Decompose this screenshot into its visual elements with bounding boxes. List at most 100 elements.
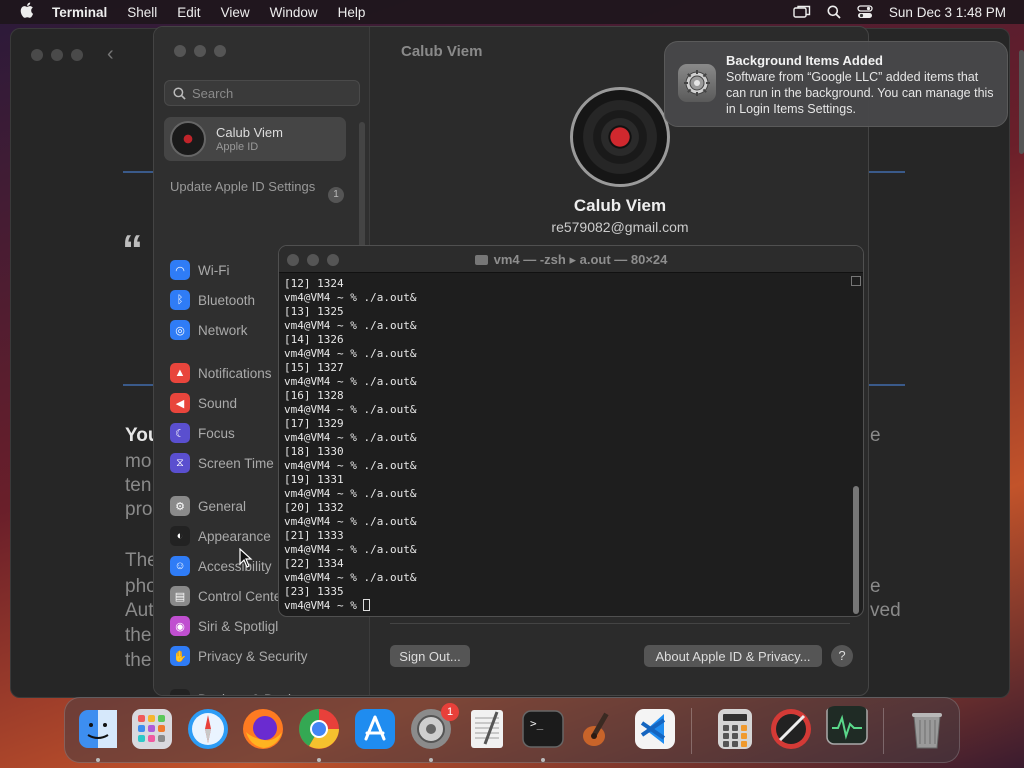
minimize-button[interactable] xyxy=(51,49,63,61)
sidebar-item-label: Appearance xyxy=(198,528,271,544)
sidebar-item-label: Bluetooth xyxy=(198,292,256,308)
menu-window[interactable]: Window xyxy=(270,5,318,20)
firefox-icon[interactable]: Firefox xyxy=(240,706,286,752)
update-label: Update Apple ID Settings xyxy=(170,179,316,194)
sidebar-item-label: Network xyxy=(198,322,248,338)
minimize-button[interactable] xyxy=(194,45,206,57)
app-store-icon[interactable]: App Store xyxy=(352,706,398,752)
divider xyxy=(390,623,850,624)
sidebar-item-label: Privacy & Security xyxy=(198,648,308,664)
help-button[interactable]: ? xyxy=(831,645,853,667)
background-text: Aut xyxy=(125,600,154,621)
zoom-button[interactable] xyxy=(71,49,83,61)
divider xyxy=(868,171,905,173)
back-arrow-icon[interactable]: ‹ xyxy=(107,43,114,66)
sidebar-item-control-cente[interactable]: ▤ Control Cente xyxy=(170,585,281,607)
compass-icon[interactable]: Disk Utility xyxy=(768,706,814,752)
trash-icon[interactable]: Trash xyxy=(904,706,950,752)
menu-clock[interactable]: Sun Dec 3 1:48 PM xyxy=(889,5,1006,20)
profile-avatar[interactable] xyxy=(570,87,670,187)
terminal-line: vm4@VM4 ~ % ./a.out& xyxy=(284,487,417,500)
terminal-icon[interactable]: >_Terminal xyxy=(520,706,566,752)
calculator-icon[interactable]: Calculator xyxy=(712,706,758,752)
menu-edit[interactable]: Edit xyxy=(177,5,200,20)
terminal-line: [17] 1329 xyxy=(284,417,344,430)
scroll-thumb[interactable] xyxy=(853,486,859,614)
notification-title: Background Items Added xyxy=(726,53,883,68)
vscode-icon[interactable]: VS Code xyxy=(632,706,678,752)
terminal-line: [15] 1327 xyxy=(284,361,344,374)
dock-separator xyxy=(691,708,692,754)
sidebar-item-accessibility[interactable]: ☺ Accessibility xyxy=(170,555,272,577)
sidebar-item-appearance[interactable]: ◐ Appearance xyxy=(170,525,271,547)
terminal-line: vm4@VM4 ~ % ./a.out& xyxy=(284,459,417,472)
terminal-output[interactable]: [12] 1324 vm4@VM4 ~ % ./a.out& [13] 1325 vm… xyxy=(284,277,842,613)
terminal-line: [20] 1332 xyxy=(284,501,344,514)
background-text: mo xyxy=(125,451,152,472)
terminal-prompt[interactable]: vm4@VM4 ~ % xyxy=(284,599,842,613)
textedit-icon[interactable]: TextEdit xyxy=(464,706,510,752)
terminal-line: vm4@VM4 ~ % ./a.out& xyxy=(284,291,417,304)
sidebar-item-bluetooth[interactable]: ᛒ Bluetooth xyxy=(170,289,255,311)
menu-help[interactable]: Help xyxy=(338,5,366,20)
launchpad-icon[interactable]: Launchpad xyxy=(129,706,175,752)
terminal-line: [13] 1325 xyxy=(284,305,344,318)
terminal-window: vm4 — -zsh ▸ a.out — 80×24 [12] 1324 vm4@… xyxy=(278,245,864,617)
sidebar-item-desktop-dock[interactable]: ▭ Desktop & Dock xyxy=(170,688,295,695)
about-apple-id-privacy-button[interactable]: About Apple ID & Privacy... xyxy=(644,645,822,667)
terminal-line: [21] 1333 xyxy=(284,529,344,542)
sidebar-item-focus[interactable]: ☾ Focus xyxy=(170,422,235,444)
spotlight-search-icon[interactable] xyxy=(827,5,841,19)
sidebar-item-siri-spotligl[interactable]: ◉ Siri & Spotligl xyxy=(170,615,278,637)
terminal-title-text: vm4 — -zsh ▸ a.out — 80×24 xyxy=(493,252,668,267)
menu-app-name[interactable]: Terminal xyxy=(52,5,107,20)
background-text: ten xyxy=(125,475,152,496)
background-scrollbar[interactable] xyxy=(1019,50,1024,154)
apple-menu-icon[interactable] xyxy=(18,2,36,22)
background-text: pro xyxy=(125,499,153,520)
window-controls xyxy=(174,45,226,57)
close-button[interactable] xyxy=(31,49,43,61)
gear-icon: ⚙ xyxy=(170,496,190,516)
terminal-line: vm4@VM4 ~ % ./a.out& xyxy=(284,403,417,416)
safari-icon[interactable]: Safari xyxy=(185,706,231,752)
activity-monitor-icon[interactable]: Activity Monitor xyxy=(824,706,870,752)
terminal-scrollbar[interactable] xyxy=(850,276,862,614)
guitar-icon[interactable]: GarageBand xyxy=(576,706,622,752)
sidebar-item-apple-id[interactable]: Calub Viem Apple ID xyxy=(164,117,346,161)
finder-icon[interactable]: Finder xyxy=(75,706,121,752)
menu-view[interactable]: View xyxy=(221,5,250,20)
moon-icon: ☾ xyxy=(170,423,190,443)
scroll-top-button[interactable] xyxy=(851,276,861,286)
wifi-icon: ◠ xyxy=(170,260,190,280)
screen-mirroring-icon[interactable] xyxy=(793,5,811,19)
sidebar-item-general[interactable]: ⚙ General xyxy=(170,495,246,517)
sidebar-item-notifications[interactable]: ▲ Notifications xyxy=(170,362,272,384)
sign-out-button[interactable]: Sign Out... xyxy=(390,645,470,667)
terminal-titlebar[interactable]: vm4 — -zsh ▸ a.out — 80×24 xyxy=(279,246,863,273)
sidebar-item-screen-time[interactable]: ⧖ Screen Time xyxy=(170,452,274,474)
sidebar-item-network[interactable]: ◎ Network xyxy=(170,319,248,341)
sidebar-item-privacy-security[interactable]: ✋ Privacy & Security xyxy=(170,645,308,667)
background-text: ved xyxy=(870,600,901,621)
menu-shell[interactable]: Shell xyxy=(127,5,157,20)
sidebar-item-wi-fi[interactable]: ◠ Wi-Fi xyxy=(170,259,229,281)
gear-icon xyxy=(678,64,716,102)
notification-banner[interactable]: Background Items Added Software from “Go… xyxy=(664,41,1008,127)
bell-icon: ▲ xyxy=(170,363,190,383)
notification-body: Software from “Google LLC” added items t… xyxy=(726,70,994,116)
profile-name: Calub Viem xyxy=(573,196,667,215)
close-button[interactable] xyxy=(174,45,186,57)
chrome-icon[interactable]: Chrome xyxy=(296,706,342,752)
search-field[interactable] xyxy=(164,80,360,106)
sidebar-item-label: Control Cente xyxy=(198,588,282,604)
terminal-line: [18] 1330 xyxy=(284,445,344,458)
update-badge: 1 xyxy=(328,187,344,203)
update-apple-id-settings[interactable]: Update Apple ID Settings 1 xyxy=(170,179,344,203)
sidebar-item-label: Accessibility xyxy=(198,558,272,574)
search-input[interactable] xyxy=(192,85,352,101)
zoom-button[interactable] xyxy=(214,45,226,57)
sidebar-item-sound[interactable]: ◀ Sound xyxy=(170,392,237,414)
control-center-icon[interactable] xyxy=(857,5,873,19)
dock-icon: ▭ xyxy=(170,689,190,695)
